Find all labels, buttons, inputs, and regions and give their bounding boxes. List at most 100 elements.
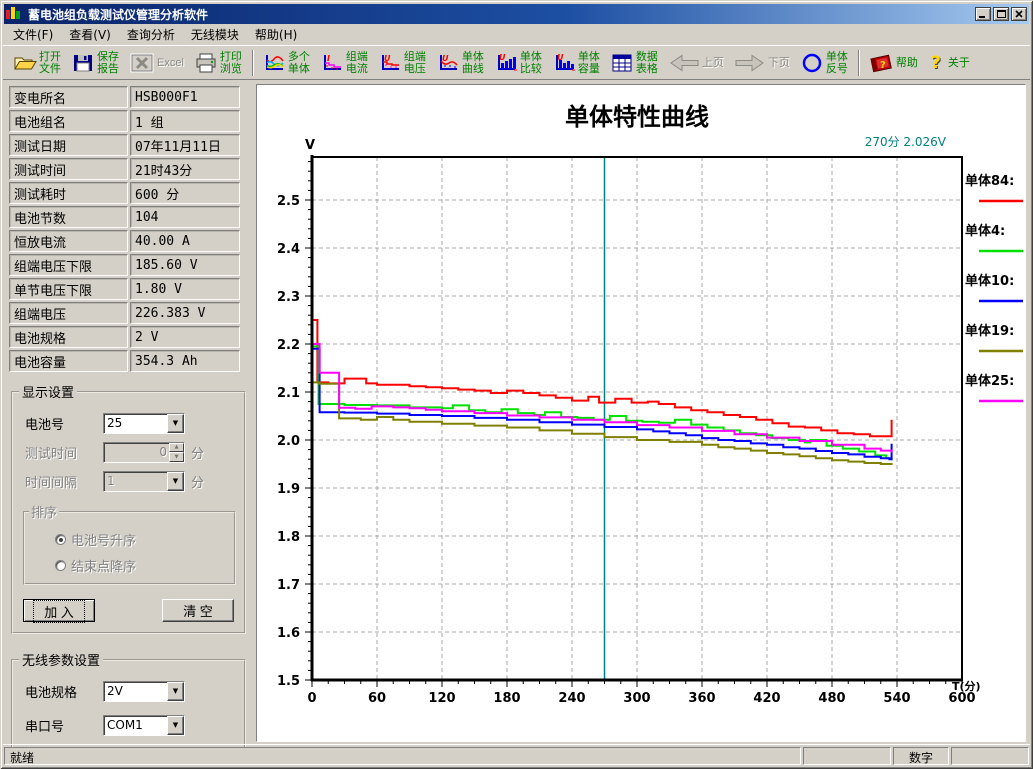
next-page-arrow-icon bbox=[734, 53, 766, 73]
info-row-8: 单节电压下限1.80 V bbox=[9, 278, 248, 300]
y-tick-label: 1.6 bbox=[277, 626, 300, 641]
info-value: 21时43分 bbox=[130, 158, 240, 180]
battery-spec-select[interactable]: 2V ▼ bbox=[103, 681, 185, 702]
info-label: 组端电压下限 bbox=[9, 254, 128, 276]
status-pane-num: 数字 bbox=[893, 747, 949, 765]
legend-label-0: 单体84: bbox=[965, 173, 1014, 189]
menu-item-1[interactable]: 查看(V) bbox=[61, 24, 119, 45]
info-row-10: 电池规格2 V bbox=[9, 326, 248, 348]
series-line-4 bbox=[312, 344, 892, 453]
info-value: 2 V bbox=[130, 326, 240, 348]
y-tick-label: 2.4 bbox=[277, 242, 300, 257]
info-value: 1.80 V bbox=[130, 278, 240, 300]
menu-item-3[interactable]: 无线模块 bbox=[183, 24, 247, 45]
x-tick-label: 360 bbox=[688, 691, 715, 706]
com-port-value: COM1 bbox=[104, 716, 167, 735]
info-value: 600 分 bbox=[130, 182, 240, 204]
menu-item-4[interactable]: 帮助(H) bbox=[247, 24, 305, 45]
battery-no-select[interactable]: 25 ▼ bbox=[103, 413, 185, 434]
dropdown-arrow-icon: ▼ bbox=[167, 472, 184, 491]
toolbar-separator bbox=[252, 50, 254, 76]
toolbar-button-group-current-chart[interactable]: I组端电流 bbox=[316, 48, 372, 78]
y-tick-label: 1.9 bbox=[277, 482, 300, 497]
info-table: 变电所名HSB000F1电池组名1 组测试日期07年11月11日测试时间21时4… bbox=[9, 86, 248, 372]
toolbar-button-printer[interactable]: 打印浏览 bbox=[190, 48, 246, 78]
x-tick-label: 180 bbox=[493, 691, 520, 706]
toolbar-button-about-question[interactable]: ??关于 bbox=[924, 49, 974, 77]
info-label: 组端电压 bbox=[9, 302, 128, 324]
toolbar-separator bbox=[858, 50, 860, 76]
display-buttons-row: 加 入 清 空 bbox=[23, 599, 234, 622]
toolbar-button-group-voltage-chart[interactable]: U组端电压 bbox=[374, 48, 430, 78]
toolbar-button-label: 打开文件 bbox=[39, 51, 61, 75]
toolbar-button-label: 单体比较 bbox=[520, 51, 542, 75]
dropdown-arrow-icon[interactable]: ▼ bbox=[167, 682, 184, 701]
interval-label: 时间间隔 bbox=[25, 472, 103, 491]
spin-up-icon: ▲ bbox=[169, 443, 184, 453]
toolbar-button-open-folder[interactable]: 打开文件 bbox=[9, 48, 65, 78]
dropdown-arrow-icon[interactable]: ▼ bbox=[167, 716, 184, 735]
toolbar-button-save[interactable]: 保存报告 bbox=[67, 48, 123, 78]
close-button[interactable] bbox=[1011, 7, 1027, 21]
info-value: 07年11月11日 bbox=[130, 134, 240, 156]
menu-bar: 文件(F)查看(V)查询分析无线模块帮助(H) bbox=[3, 25, 1030, 45]
x-tick-label: 480 bbox=[818, 691, 845, 706]
info-label: 恒放电流 bbox=[9, 230, 128, 252]
left-panel: 变电所名HSB000F1电池组名1 组测试日期07年11月11日测试时间21时4… bbox=[3, 80, 252, 746]
toolbar-button-label: 帮助 bbox=[896, 57, 918, 69]
cell-capacity-bars-icon: U bbox=[552, 52, 576, 74]
printer-icon bbox=[194, 52, 218, 74]
toolbar-button-cell-curve-chart[interactable]: U单体曲线 bbox=[432, 48, 488, 78]
x-tick-label: 240 bbox=[558, 691, 585, 706]
toolbar-button-cell-capacity-bars[interactable]: U单体容量 bbox=[548, 48, 604, 78]
info-value: 104 bbox=[130, 206, 240, 228]
test-time-unit: 分 bbox=[191, 443, 204, 462]
info-label: 电池容量 bbox=[9, 350, 128, 372]
menu-item-0[interactable]: 文件(F) bbox=[5, 24, 61, 45]
maximize-icon bbox=[997, 10, 1006, 18]
wireless-settings-group: 无线参数设置 电池规格 2V ▼ 串口号 COM1 ▼ bbox=[11, 650, 246, 750]
interval-select: 1 ▼ bbox=[103, 471, 185, 492]
window-controls bbox=[975, 7, 1027, 21]
status-pane-empty-2 bbox=[951, 747, 1029, 765]
menu-item-2[interactable]: 查询分析 bbox=[119, 24, 183, 45]
maximize-button[interactable] bbox=[993, 7, 1009, 21]
sort-desc-option[interactable]: 结束点降序 bbox=[55, 556, 230, 575]
y-tick-label: 2.5 bbox=[277, 194, 300, 209]
status-pane-empty-1 bbox=[803, 747, 891, 765]
toolbar-button-data-table[interactable]: 数据表格 bbox=[606, 48, 662, 78]
info-label: 电池组名 bbox=[9, 110, 128, 132]
interval-value: 1 bbox=[104, 472, 167, 491]
info-row-7: 组端电压下限185.60 V bbox=[9, 254, 248, 276]
x-tick-label: 600 bbox=[948, 691, 975, 706]
toolbar-button-help-book[interactable]: ?帮助 bbox=[864, 49, 922, 77]
battery-spec-value: 2V bbox=[104, 682, 167, 701]
battery-no-value: 25 bbox=[104, 414, 167, 433]
open-folder-icon bbox=[13, 52, 37, 74]
radio-selected-icon[interactable] bbox=[55, 534, 66, 545]
svg-text:U: U bbox=[499, 53, 506, 62]
clear-button[interactable]: 清 空 bbox=[162, 599, 234, 622]
x-tick-label: 420 bbox=[753, 691, 780, 706]
dropdown-arrow-icon[interactable]: ▼ bbox=[167, 414, 184, 433]
cell-curves-chart: 单体特性曲线V270分 2.026V1.51.61.71.81.92.02.12… bbox=[257, 85, 1025, 741]
sort-asc-option[interactable]: 电池号升序 bbox=[55, 530, 230, 549]
com-port-select[interactable]: COM1 ▼ bbox=[103, 715, 185, 736]
display-settings-group: 显示设置 电池号 25 ▼ 测试时间 0 ▲▼ 分 bbox=[11, 382, 246, 634]
about-question-icon: ?? bbox=[928, 52, 946, 74]
toolbar-button-invert-circle[interactable]: 单体反号 bbox=[796, 48, 852, 78]
toolbar-button-cell-compare-bars[interactable]: U 单体比较 bbox=[490, 48, 546, 78]
add-button[interactable]: 加 入 bbox=[23, 599, 95, 622]
minimize-icon bbox=[979, 11, 987, 18]
info-value: 354.3 Ah bbox=[130, 350, 240, 372]
info-row-3: 测试时间21时43分 bbox=[9, 158, 248, 180]
svg-text:?: ? bbox=[931, 53, 941, 73]
legend-label-2: 单体10: bbox=[965, 273, 1014, 289]
info-label: 电池规格 bbox=[9, 326, 128, 348]
toolbar-button-multi-cell-chart[interactable]: 多个单体 bbox=[258, 48, 314, 78]
wireless-settings-title: 无线参数设置 bbox=[19, 650, 103, 669]
y-tick-label: 1.7 bbox=[277, 578, 300, 593]
y-axis-label: V bbox=[305, 138, 315, 153]
radio-unselected-icon[interactable] bbox=[55, 560, 66, 571]
minimize-button[interactable] bbox=[975, 7, 991, 21]
